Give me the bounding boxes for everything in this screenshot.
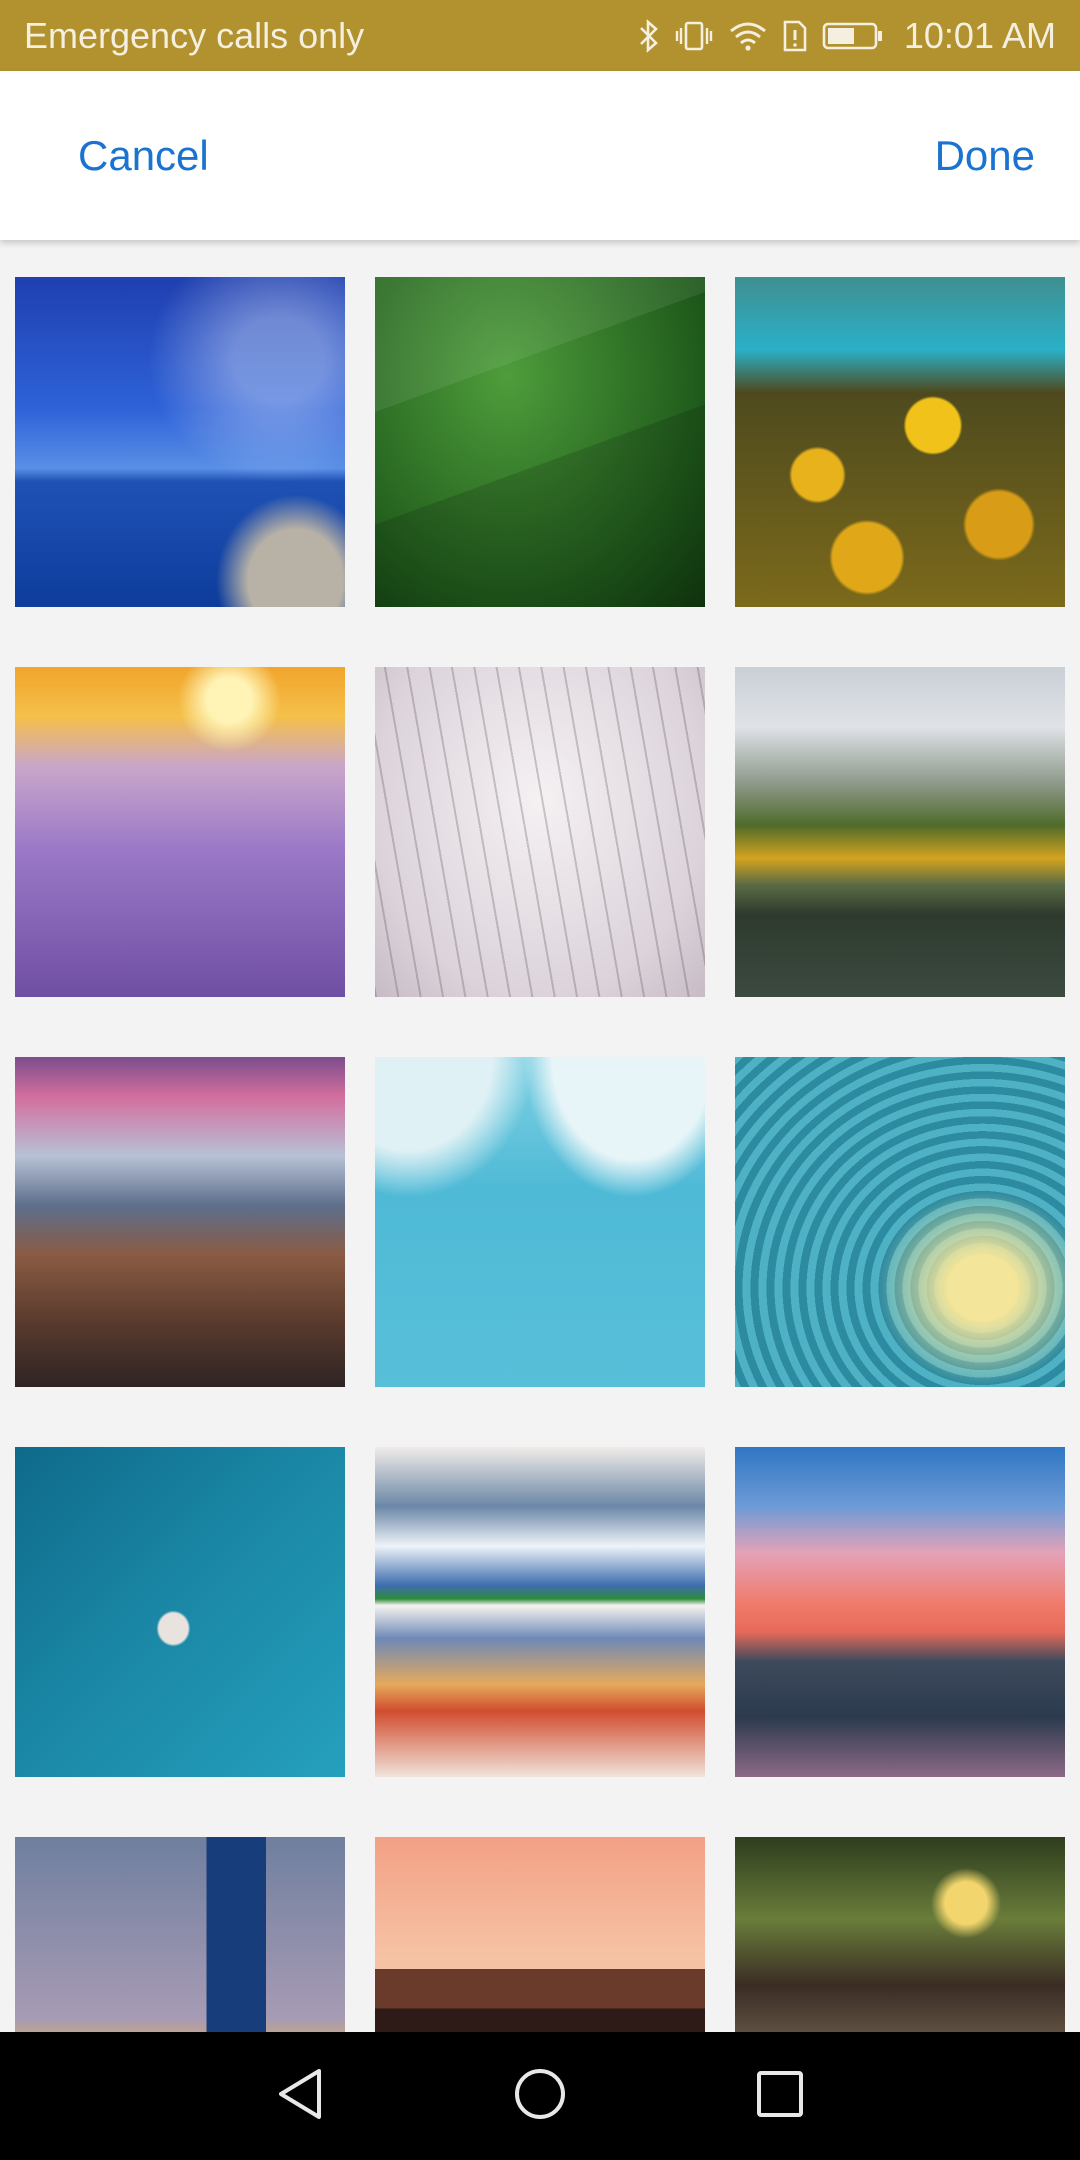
back-button[interactable] bbox=[220, 2032, 380, 2160]
navigation-bar bbox=[0, 2032, 1080, 2160]
wallpaper-thumbnail-sunset-mountains[interactable] bbox=[735, 1447, 1065, 1777]
wallpaper-thumbnail-snow-mountain-lake[interactable] bbox=[375, 1447, 705, 1777]
wallpaper-thumbnail-autumn-forest-river[interactable] bbox=[735, 277, 1065, 607]
home-button[interactable] bbox=[460, 2032, 620, 2160]
carrier-text: Emergency calls only bbox=[24, 14, 365, 56]
wallpaper-thumbnail-ocean-wave-tube[interactable] bbox=[735, 1057, 1065, 1387]
wallpaper-thumbnail-starry-night-ocean[interactable] bbox=[15, 277, 345, 607]
sim-alert-icon bbox=[782, 19, 808, 53]
top-action-bar: Cancel Done bbox=[0, 71, 1080, 240]
vibrate-icon bbox=[674, 20, 714, 52]
wallpaper-thumbnail-village-street-night[interactable] bbox=[735, 1837, 1065, 2032]
done-button[interactable]: Done bbox=[935, 71, 1035, 240]
wallpaper-thumbnail-boat-aerial[interactable] bbox=[15, 1447, 345, 1777]
wallpaper-grid bbox=[15, 240, 1065, 2032]
status-bar: Emergency calls only 10:01 AM bbox=[0, 0, 1080, 71]
wallpaper-thumbnail-pier-house-sunset[interactable] bbox=[375, 1837, 705, 2032]
battery-icon bbox=[822, 21, 884, 51]
wallpaper-thumbnail-mountain-lake-reflection[interactable] bbox=[735, 667, 1065, 997]
recent-apps-button[interactable] bbox=[700, 2032, 860, 2160]
wifi-icon bbox=[728, 20, 768, 52]
wallpaper-thumbnail-snowy-trees[interactable] bbox=[375, 667, 705, 997]
wallpaper-thumbnail-green-field[interactable] bbox=[375, 277, 705, 607]
home-icon bbox=[513, 2067, 567, 2126]
wallpaper-thumbnail-city-skyline[interactable] bbox=[15, 1837, 345, 2032]
bluetooth-icon bbox=[638, 18, 660, 53]
back-icon bbox=[275, 2067, 325, 2126]
wallpaper-thumbnail-lavender-sunset[interactable] bbox=[15, 667, 345, 997]
clock: 10:01 AM bbox=[903, 14, 1056, 56]
recent-apps-icon bbox=[755, 2069, 805, 2124]
wallpaper-thumbnail-waterfall-cliffs[interactable] bbox=[15, 1057, 345, 1387]
cancel-button[interactable]: Cancel bbox=[78, 71, 209, 240]
wallpaper-thumbnail-glacier-ice[interactable] bbox=[375, 1057, 705, 1387]
status-icons: 10:01 AM bbox=[638, 15, 1056, 57]
